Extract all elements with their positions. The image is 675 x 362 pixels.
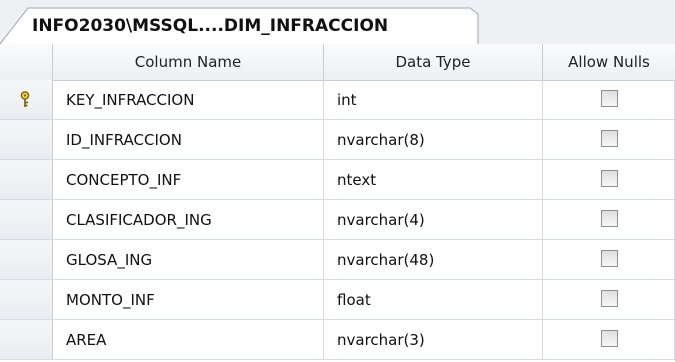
primary-key-icon xyxy=(20,91,30,107)
allow-nulls-cell xyxy=(543,80,675,120)
allow-nulls-checkbox[interactable] xyxy=(601,330,618,347)
allow-nulls-checkbox[interactable] xyxy=(601,290,618,307)
allow-nulls-cell xyxy=(543,280,675,320)
allow-nulls-checkbox[interactable] xyxy=(601,170,618,187)
row-selector-header xyxy=(0,44,53,80)
data-type-cell[interactable]: float xyxy=(324,280,543,320)
table-row[interactable]: KEY_INFRACCION int xyxy=(0,80,675,120)
column-name-cell[interactable]: MONTO_INF xyxy=(53,280,324,320)
data-type-header[interactable]: Data Type xyxy=(324,44,543,80)
column-name-cell[interactable]: AREA xyxy=(53,320,324,360)
allow-nulls-cell xyxy=(543,120,675,160)
row-selector[interactable] xyxy=(0,200,53,240)
column-name-cell[interactable]: GLOSA_ING xyxy=(53,240,324,280)
data-type-cell[interactable]: nvarchar(48) xyxy=(324,240,543,280)
allow-nulls-cell xyxy=(543,160,675,200)
table-designer-tab[interactable]: INFO2030\MSSQL....DIM_INFRACCION xyxy=(32,16,388,36)
row-selector[interactable] xyxy=(0,160,53,200)
row-selector[interactable] xyxy=(0,320,53,360)
column-name-header[interactable]: Column Name xyxy=(53,44,324,80)
table-row[interactable]: GLOSA_ING nvarchar(48) xyxy=(0,240,675,280)
column-name-cell[interactable]: CONCEPTO_INF xyxy=(53,160,324,200)
grid-header-row: Column Name Data Type Allow Nulls xyxy=(0,44,675,81)
column-name-cell[interactable]: KEY_INFRACCION xyxy=(53,80,324,120)
allow-nulls-checkbox[interactable] xyxy=(601,130,618,147)
document-tab-strip: INFO2030\MSSQL....DIM_INFRACCION xyxy=(0,0,675,45)
allow-nulls-cell xyxy=(543,320,675,360)
allow-nulls-checkbox[interactable] xyxy=(601,250,618,267)
table-row[interactable]: CLASIFICADOR_ING nvarchar(4) xyxy=(0,200,675,240)
allow-nulls-checkbox[interactable] xyxy=(601,210,618,227)
table-row[interactable]: ID_INFRACCION nvarchar(8) xyxy=(0,120,675,160)
allow-nulls-cell xyxy=(543,240,675,280)
table-row[interactable]: MONTO_INF float xyxy=(0,280,675,320)
data-type-cell[interactable]: int xyxy=(324,80,543,120)
table-row[interactable]: CONCEPTO_INF ntext xyxy=(0,160,675,200)
allow-nulls-checkbox[interactable] xyxy=(601,90,618,107)
row-selector[interactable] xyxy=(0,280,53,320)
table-row[interactable]: AREA nvarchar(3) xyxy=(0,320,675,360)
row-selector[interactable] xyxy=(0,240,53,280)
row-selector[interactable] xyxy=(0,120,53,160)
data-type-cell[interactable]: nvarchar(4) xyxy=(324,200,543,240)
allow-nulls-cell xyxy=(543,200,675,240)
row-selector[interactable] xyxy=(0,80,53,120)
data-type-cell[interactable]: nvarchar(8) xyxy=(324,120,543,160)
allow-nulls-header[interactable]: Allow Nulls xyxy=(543,44,675,80)
column-name-cell[interactable]: CLASIFICADOR_ING xyxy=(53,200,324,240)
data-type-cell[interactable]: ntext xyxy=(324,160,543,200)
column-grid: Column Name Data Type Allow Nulls KEY_IN… xyxy=(0,44,675,362)
data-type-cell[interactable]: nvarchar(3) xyxy=(324,320,543,360)
column-name-cell[interactable]: ID_INFRACCION xyxy=(53,120,324,160)
